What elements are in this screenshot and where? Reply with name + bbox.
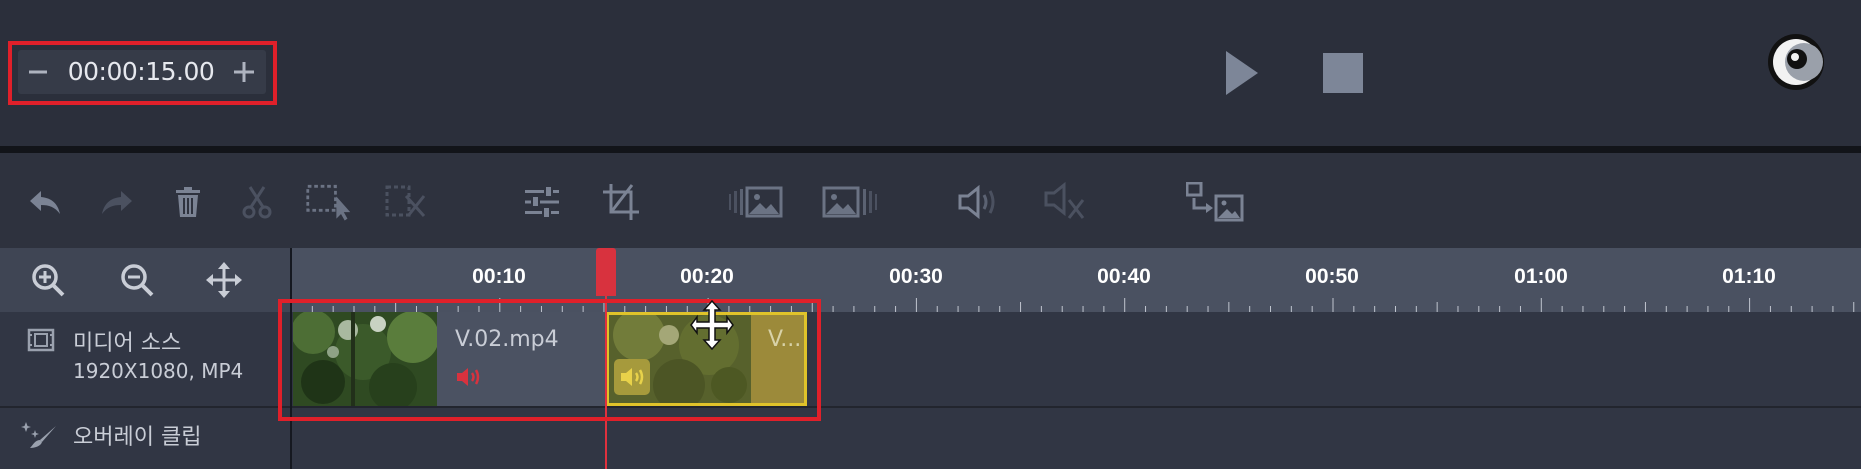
undo-icon	[30, 191, 60, 214]
time-stepper: 00:00:15.00	[18, 50, 266, 94]
volume-button[interactable]	[955, 178, 1003, 226]
cut-icon	[242, 186, 272, 219]
fade-in-icon	[729, 186, 783, 218]
fit-timeline-button[interactable]	[205, 261, 243, 303]
plus-button[interactable]	[224, 50, 264, 94]
move-cursor-icon	[690, 300, 734, 350]
cut-button[interactable]	[233, 178, 281, 226]
zoom-in-icon	[32, 264, 65, 297]
ruler-label: 00:20	[680, 265, 734, 288]
ruler-label: 00:40	[1097, 265, 1151, 288]
moon-icon[interactable]	[1766, 32, 1826, 92]
minus-button[interactable]	[18, 50, 58, 94]
fade-out-button[interactable]	[820, 178, 880, 226]
zoom-out-icon	[121, 264, 154, 297]
volume-icon	[958, 185, 995, 219]
zoom-out-button[interactable]	[119, 262, 155, 302]
ruler-label: 00:10	[472, 265, 526, 288]
split-button[interactable]	[383, 178, 431, 226]
ruler-label: 01:10	[1722, 265, 1776, 288]
play-button[interactable]	[1226, 51, 1258, 95]
redo-icon	[102, 191, 132, 214]
minus-icon	[29, 70, 47, 74]
ruler-label: 00:50	[1305, 265, 1359, 288]
fade-out-icon	[822, 186, 877, 218]
overlay-track-header	[20, 420, 58, 454]
delete-icon	[176, 187, 200, 217]
move-icon	[206, 262, 242, 298]
undo-button[interactable]	[21, 178, 69, 226]
mute-icon	[1044, 182, 1085, 219]
mute-button[interactable]	[1041, 178, 1089, 226]
ruler-label: 00:30	[889, 265, 943, 288]
time-value[interactable]: 00:00:15.00	[62, 50, 220, 94]
select-button[interactable]	[305, 178, 353, 226]
replace-icon	[1186, 182, 1244, 222]
stop-button[interactable]	[1323, 53, 1363, 93]
media-track-header	[27, 328, 55, 356]
highlight-box	[278, 299, 821, 421]
overlay-track-title: 오버레이 클립	[73, 425, 202, 450]
delete-button[interactable]	[164, 178, 212, 226]
playhead-handle[interactable]	[596, 248, 616, 296]
adjust-button[interactable]	[518, 178, 566, 226]
media-track-detail: 1920X1080, MP4	[73, 359, 244, 383]
panel-divider[interactable]	[0, 146, 1861, 153]
split-icon	[385, 185, 426, 218]
media-track-title: 미디어 소스	[73, 331, 182, 356]
crop-icon	[603, 184, 639, 220]
film-icon	[27, 328, 55, 352]
crop-button[interactable]	[597, 178, 645, 226]
fade-in-button[interactable]	[726, 178, 786, 226]
redo-button[interactable]	[93, 178, 141, 226]
ruler-label: 01:00	[1514, 265, 1568, 288]
preview-panel	[0, 0, 1861, 146]
plus-icon	[234, 62, 254, 82]
zoom-in-button[interactable]	[30, 262, 66, 302]
adjust-icon	[525, 185, 559, 219]
sparkle-icon	[21, 422, 56, 448]
replace-button[interactable]	[1186, 178, 1244, 226]
select-icon	[306, 184, 351, 221]
